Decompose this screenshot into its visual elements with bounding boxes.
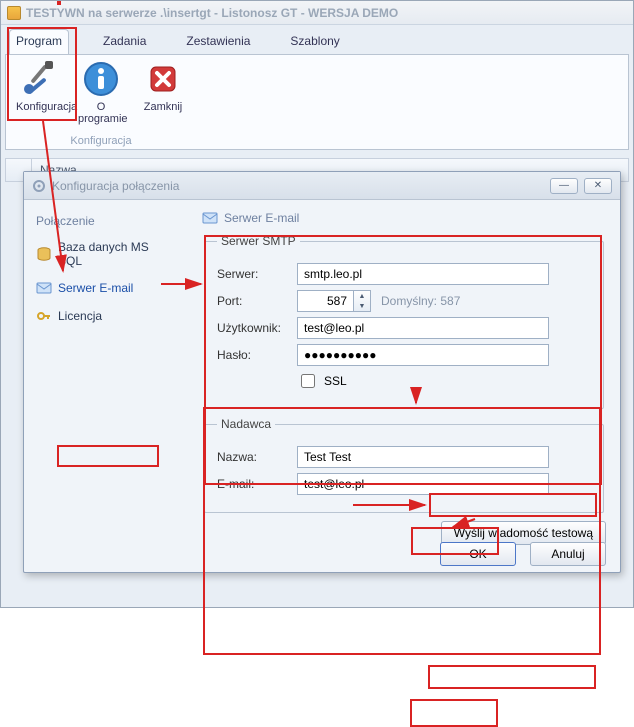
- wrench-screwdriver-icon: [19, 59, 59, 99]
- window-title: TESTYWN na serwerze .\insertgt - Listono…: [26, 6, 398, 20]
- highlight-test-button: [428, 665, 596, 689]
- sender-legend: Nadawca: [217, 417, 275, 431]
- tab-program[interactable]: Program: [9, 29, 69, 54]
- sidebar-item-email-label: Serwer E-mail: [58, 281, 133, 295]
- konfiguracja-label: Konfiguracja: [16, 101, 62, 113]
- sidebar-heading: Połączenie: [32, 212, 180, 234]
- info-icon: [81, 59, 121, 99]
- dialog-title: Konfiguracja połączenia: [52, 179, 179, 193]
- ribbon: Konfiguracja O programie: [5, 54, 629, 150]
- dialog-titlebar[interactable]: Konfiguracja połączenia — ✕: [24, 172, 620, 200]
- sidebar-item-license-label: Licencja: [58, 309, 102, 323]
- key-icon: [36, 308, 52, 324]
- panel-title: Serwer E-mail: [224, 211, 299, 225]
- pass-label: Hasło:: [217, 348, 297, 362]
- zamknij-button[interactable]: Zamknij: [140, 59, 186, 125]
- ribbon-tabs: Program Zadania Zestawienia Szablony: [1, 25, 633, 54]
- user-input[interactable]: [297, 317, 549, 339]
- tab-szablony[interactable]: Szablony: [284, 30, 345, 54]
- user-label: Użytkownik:: [217, 321, 297, 335]
- app-icon: [7, 6, 21, 20]
- sender-name-input[interactable]: [297, 446, 549, 468]
- close-icon: [143, 59, 183, 99]
- sender-email-input[interactable]: [297, 473, 549, 495]
- sidebar-item-db-label: Baza danych MS SQL: [58, 240, 176, 268]
- server-input[interactable]: [297, 263, 549, 285]
- sender-name-label: Nazwa:: [217, 450, 297, 464]
- titlebar: TESTYWN na serwerze .\insertgt - Listono…: [1, 1, 633, 25]
- ssl-checkbox[interactable]: [301, 374, 315, 388]
- port-label: Port:: [217, 294, 297, 308]
- ok-button[interactable]: OK: [440, 542, 516, 566]
- zamknij-label: Zamknij: [140, 101, 186, 113]
- konfiguracja-button[interactable]: Konfiguracja: [16, 59, 62, 125]
- sender-email-label: E-mail:: [217, 477, 297, 491]
- port-stepper[interactable]: ▲▼: [297, 290, 371, 312]
- panel-heading: Serwer E-mail: [202, 208, 606, 234]
- sidebar-item-email[interactable]: Serwer E-mail: [32, 274, 180, 302]
- highlight-ok-button: [410, 699, 498, 727]
- cancel-button[interactable]: Anuluj: [530, 542, 606, 566]
- sidebar-item-db[interactable]: Baza danych MS SQL: [32, 234, 180, 274]
- minimize-button[interactable]: —: [550, 178, 578, 194]
- tab-zestawienia[interactable]: Zestawienia: [180, 30, 256, 54]
- oprogramie-label: O programie: [78, 101, 124, 125]
- dialog-sidebar: Połączenie Baza danych MS SQL Serwer E-m…: [24, 200, 188, 572]
- gear-icon: [32, 179, 46, 193]
- mail-icon: [36, 280, 52, 296]
- oprogramie-button[interactable]: O programie: [78, 59, 124, 125]
- ribbon-group-label: Konfiguracja: [70, 135, 131, 147]
- smtp-fieldset: Serwer SMTP Serwer: Port: ▲▼ Domyślny: 5…: [204, 234, 604, 409]
- dialog-main: Serwer E-mail Serwer SMTP Serwer: Port: …: [188, 200, 620, 572]
- tab-zadania[interactable]: Zadania: [97, 30, 152, 54]
- mail-icon: [202, 210, 218, 226]
- config-dialog: Konfiguracja połączenia — ✕ Połączenie B…: [23, 171, 621, 573]
- smtp-legend: Serwer SMTP: [217, 234, 300, 248]
- sender-fieldset: Nadawca Nazwa: E-mail:: [204, 417, 604, 513]
- pass-input[interactable]: [297, 344, 549, 366]
- port-down[interactable]: ▼: [354, 301, 370, 311]
- dialog-close-button[interactable]: ✕: [584, 178, 612, 194]
- sidebar-item-license[interactable]: Licencja: [32, 302, 180, 330]
- port-hint: Domyślny: 587: [381, 294, 460, 308]
- ssl-label: SSL: [324, 374, 347, 388]
- port-input[interactable]: [297, 290, 353, 312]
- database-icon: [36, 246, 52, 262]
- server-label: Serwer:: [217, 267, 297, 281]
- port-up[interactable]: ▲: [354, 291, 370, 301]
